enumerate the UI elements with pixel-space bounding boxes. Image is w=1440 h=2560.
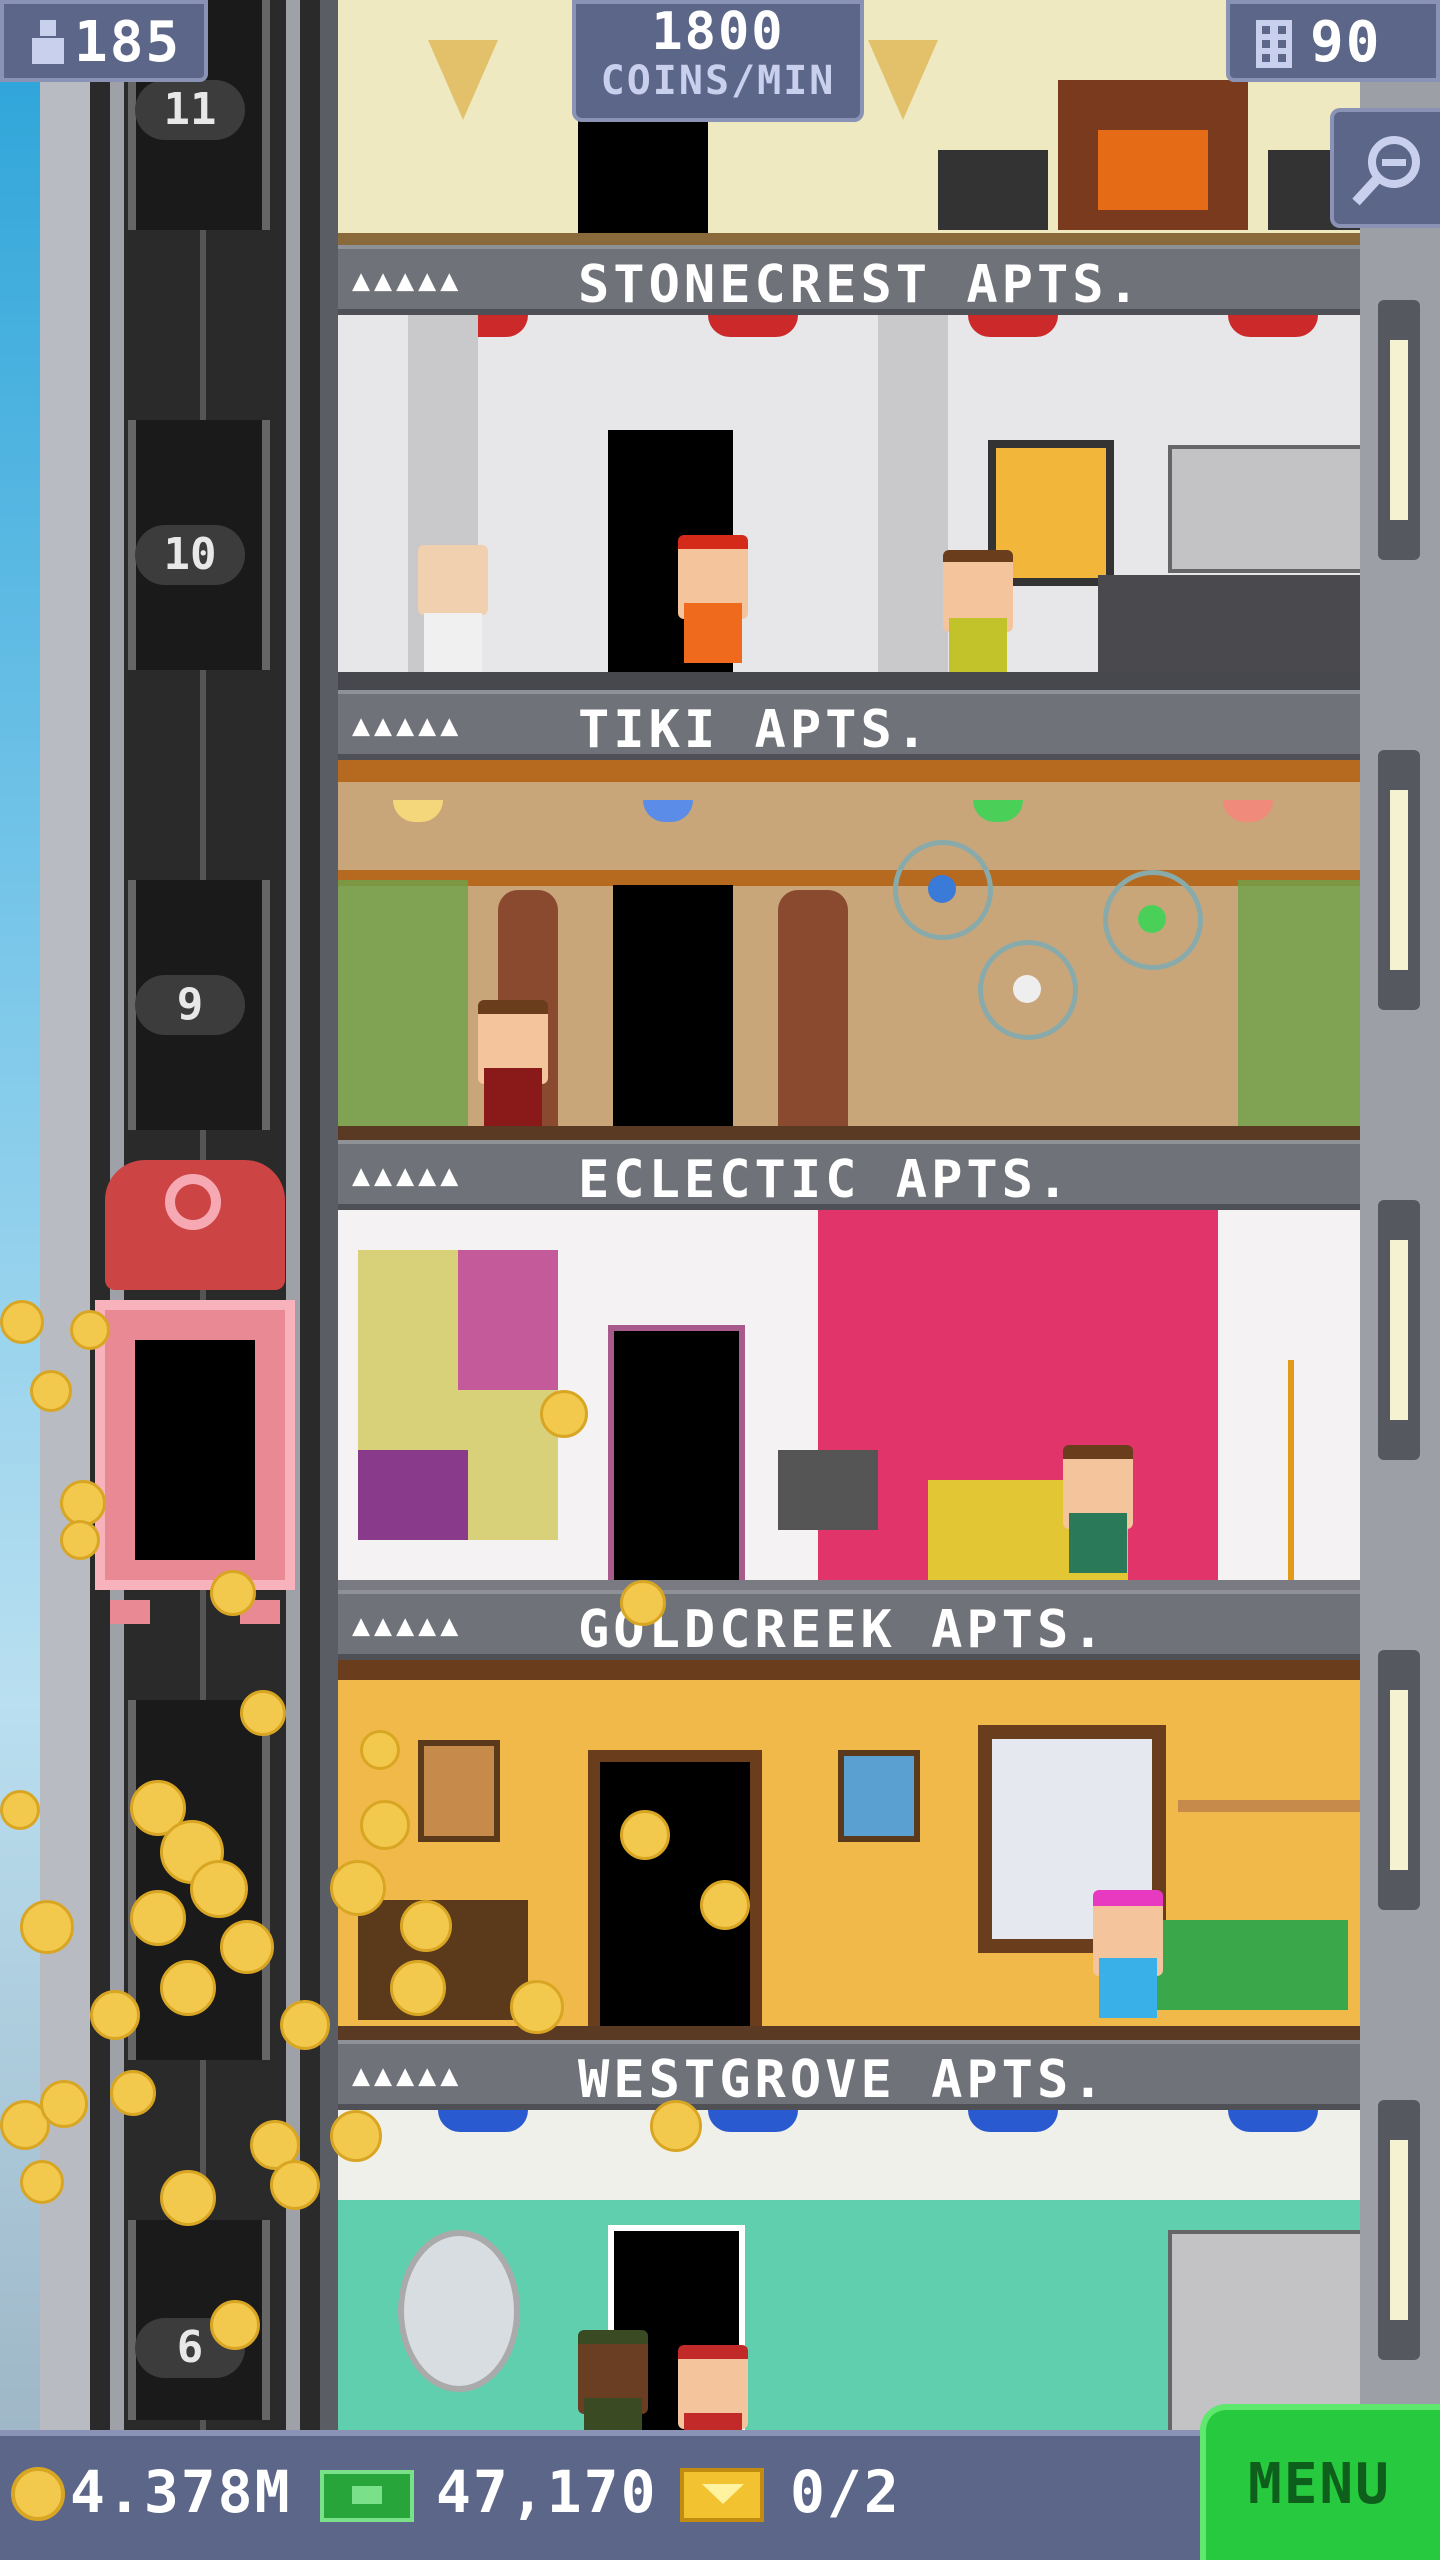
kitchen-cabinet [1168, 2230, 1360, 2430]
floor-room-stonecrest[interactable] [338, 315, 1360, 690]
zoom-out-button[interactable] [1330, 108, 1440, 228]
room-door [578, 120, 708, 235]
floor-rating-stars: ▲▲▲▲▲ [352, 2058, 463, 2093]
elevator-crown-decoration [105, 1160, 285, 1290]
armchair [938, 150, 1048, 230]
ceiling-lamp [968, 315, 1058, 337]
television [778, 1450, 878, 1530]
floor-room-eclectic[interactable] [338, 1210, 1360, 1590]
floor-banner[interactable]: ▲▲▲▲▲ STONECREST APTS. [338, 245, 1360, 315]
floor-room-tiki[interactable] [338, 760, 1360, 1140]
hanging-lamp [643, 800, 693, 822]
ceiling-lamp [438, 2110, 528, 2132]
bookshelf [1178, 1800, 1360, 1812]
wall-sconce [428, 40, 498, 120]
room-door [608, 1325, 745, 1590]
floor-banner[interactable]: ▲▲▲▲▲ ECLECTIC APTS. [338, 1140, 1360, 1210]
elevator-car[interactable] [95, 1160, 295, 1630]
elevator-cab [95, 1300, 295, 1590]
abstract-painting [358, 1250, 558, 1540]
bird-cage [1103, 870, 1203, 970]
room-door [613, 885, 733, 1130]
floor-banner[interactable]: ▲▲▲▲▲ GOLDCREEK APTS. [338, 1590, 1360, 1660]
floor-name: WESTGROVE APTS. [578, 2050, 1108, 2110]
floor-room-westgrove[interactable] [338, 2110, 1360, 2430]
floor-rating-stars: ▲▲▲▲▲ [352, 1608, 463, 1643]
ceiling-lamp [708, 315, 798, 337]
floor-count-value: 90 [1310, 10, 1382, 75]
floor-count-counter[interactable]: 90 [1226, 0, 1440, 82]
floor-number-indicator: 10 [135, 525, 245, 585]
bamboo-plant [1238, 880, 1360, 1130]
tower-window [1378, 1650, 1420, 1910]
population-value: 185 [74, 10, 182, 75]
kitchen-counter [1098, 575, 1360, 675]
hanging-lamp [1223, 800, 1273, 822]
bird-cage [893, 840, 993, 940]
bux-icon [320, 2470, 414, 2522]
kitchen-cabinet [1168, 445, 1360, 573]
bux-balance: 47,170 [436, 2458, 658, 2526]
coin-balance: 4.378M [70, 2458, 292, 2526]
hanging-lamp [973, 800, 1023, 822]
floor-rating-stars: ▲▲▲▲▲ [352, 1158, 463, 1193]
tower-window [1378, 2100, 1420, 2360]
ceiling-lamp [1228, 2110, 1318, 2132]
wall-sconce [868, 40, 938, 120]
ceiling-lamp [708, 2110, 798, 2132]
floor-room-goldcreek[interactable] [338, 1660, 1360, 2040]
bamboo-plant [338, 880, 468, 1130]
tiki-statue [778, 890, 848, 1130]
floor-number-indicator: 11 [135, 80, 245, 140]
menu-button-label: MENU [1248, 2452, 1391, 2517]
coins-per-minute-value: 1800 [651, 2, 785, 62]
building-icon [1256, 20, 1292, 68]
magnifier-zoom-out-icon [1352, 136, 1420, 206]
floor-banner[interactable]: ▲▲▲▲▲ TIKI APTS. [338, 690, 1360, 760]
elevator-base [110, 1600, 280, 1630]
tower-divider [320, 0, 338, 2430]
chaise-lounge [1148, 1920, 1348, 2010]
coins-per-minute-label: COINS/MIN [600, 58, 836, 104]
coins-per-minute-panel[interactable]: 1800 COINS/MIN [572, 0, 864, 122]
fireplace [1058, 80, 1248, 230]
population-counter[interactable]: 185 [0, 0, 208, 82]
floor-number-indicator: 9 [135, 975, 245, 1035]
wall-picture [838, 1750, 920, 1842]
floor-name: TIKI APTS. [578, 700, 932, 760]
floor-rating-stars: ▲▲▲▲▲ [352, 263, 463, 298]
floor-rating-stars: ▲▲▲▲▲ [352, 708, 463, 743]
vip-ticket-count: 0/2 [790, 2458, 901, 2526]
coin-icon [11, 2467, 65, 2521]
vip-ticket-icon [680, 2468, 764, 2522]
ceiling-lamp [1228, 315, 1318, 337]
pillar [878, 315, 948, 675]
floor-lamp [1208, 1360, 1294, 1580]
tower-window [1378, 1200, 1420, 1460]
wall-picture [418, 1740, 500, 1842]
tower-outer-wall [40, 0, 96, 2430]
menu-button[interactable]: MENU [1200, 2404, 1440, 2560]
floor-name: ECLECTIC APTS. [578, 1150, 1073, 1210]
tower-window [1378, 750, 1420, 1010]
bird-cage [978, 940, 1078, 1040]
hanging-lamp [393, 800, 443, 822]
person-icon [32, 20, 64, 64]
floor-banner[interactable]: ▲▲▲▲▲ WESTGROVE APTS. [338, 2040, 1360, 2110]
ceiling-lamp [968, 2110, 1058, 2132]
tower-window [1378, 300, 1420, 560]
mirror [398, 2230, 520, 2392]
floor-name: STONECREST APTS. [578, 255, 1143, 315]
